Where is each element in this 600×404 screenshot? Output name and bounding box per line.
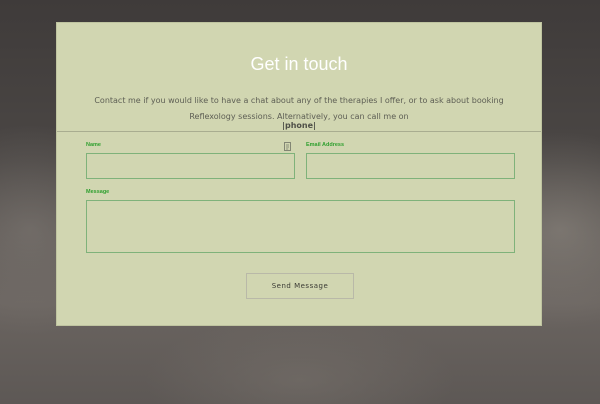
message-label: Message (86, 189, 110, 195)
contact-title: Get in touch (250, 54, 348, 74)
email-input[interactable] (306, 153, 515, 179)
divider (57, 131, 541, 132)
message-textarea[interactable] (86, 200, 515, 253)
contact-card-icon[interactable] (284, 142, 291, 151)
email-label: Email Address (306, 142, 345, 148)
send-message-button[interactable]: Send Message (246, 273, 354, 299)
phone-placeholder: |phone| (282, 121, 316, 130)
name-input[interactable] (86, 153, 295, 179)
contact-card: Get in touch Contact me if you would lik… (56, 22, 542, 326)
name-label: Name (86, 142, 101, 148)
